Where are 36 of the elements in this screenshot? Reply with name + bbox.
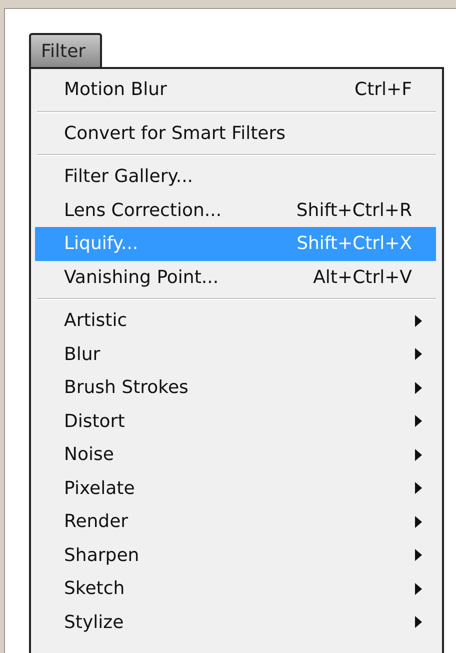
menu-item-label: Artistic bbox=[64, 309, 128, 334]
menu-item[interactable]: Blur bbox=[35, 338, 436, 371]
menu-item-label: Pixelate bbox=[64, 476, 136, 501]
menu-item[interactable]: Stylize bbox=[35, 606, 436, 639]
menu-item[interactable]: Brush Strokes bbox=[35, 371, 436, 404]
menu-item[interactable]: Lens Correction... Shift+Ctrl+R bbox=[35, 194, 436, 227]
menu-item[interactable]: Convert for Smart Filters bbox=[35, 116, 436, 150]
menu-item-label: Stylize bbox=[64, 610, 125, 635]
menu-item[interactable]: Pixelate bbox=[35, 472, 436, 505]
menu-item-label: Brush Strokes bbox=[64, 376, 190, 400]
menu-item[interactable]: Motion Blur Ctrl+F bbox=[35, 73, 436, 106]
menu-item[interactable]: Sharpen bbox=[35, 538, 436, 572]
menu-item-label: Vanishing Point... bbox=[64, 266, 220, 290]
menu-item-label: Liquify... bbox=[64, 232, 140, 256]
menu-item[interactable]: Artistic bbox=[35, 304, 436, 338]
menu-item-label: Lens Correction... bbox=[64, 198, 223, 223]
menu-item[interactable]: Render bbox=[35, 505, 436, 538]
shortcut-label: Ctrl+F bbox=[354, 78, 412, 102]
menu-item-label: Blur bbox=[64, 342, 102, 367]
shortcut-label: Alt+Ctrl+V bbox=[313, 266, 412, 290]
menu-item[interactable]: Noise bbox=[35, 438, 436, 472]
menu-item-label: Noise bbox=[64, 443, 115, 468]
menu-item-label: Convert for Smart Filters bbox=[64, 122, 286, 146]
menu-item[interactable]: Vanishing Point... Alt+Ctrl+V bbox=[35, 260, 436, 294]
menu-title-tab[interactable]: Filter bbox=[29, 33, 102, 67]
menu-item-label: Motion Blur bbox=[64, 78, 168, 102]
menu-item-label: Render bbox=[64, 510, 130, 534]
menu-item-label: Filter Gallery... bbox=[64, 165, 194, 190]
menu-item-label: Sketch bbox=[64, 577, 126, 602]
menu-item-label: Distort bbox=[64, 410, 126, 434]
shortcut-label: Shift+Ctrl+X bbox=[296, 232, 412, 256]
menu-item[interactable]: Filter Gallery... bbox=[35, 160, 436, 194]
menu-item-label: Sharpen bbox=[64, 544, 140, 568]
menu-item[interactable]: Sketch bbox=[35, 572, 436, 606]
menu-item[interactable]: Distort bbox=[35, 404, 436, 438]
shortcut-label: Shift+Ctrl+R bbox=[296, 198, 412, 223]
